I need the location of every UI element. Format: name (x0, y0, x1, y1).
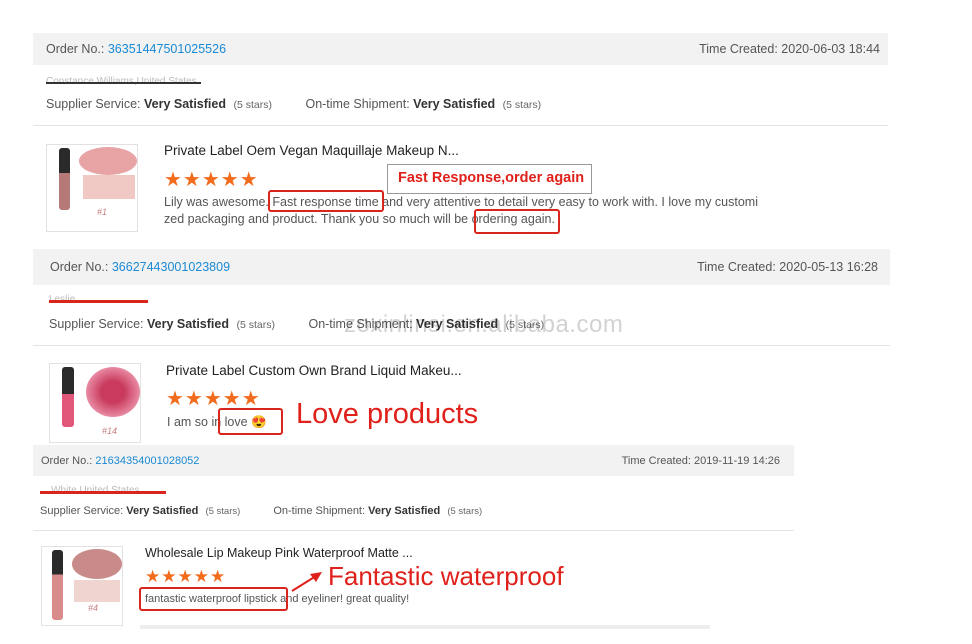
product-thumbnail[interactable]: #14 (49, 363, 141, 443)
order-number-label: Order No.: 36351447501025526 (46, 42, 227, 56)
highlight-box (139, 587, 288, 611)
service-ratings: Supplier Service: Very Satisfied (5 star… (46, 97, 542, 111)
product-thumbnail[interactable]: #1 (46, 144, 138, 232)
divider (33, 530, 794, 531)
divider (140, 625, 710, 629)
arrow-icon (291, 572, 322, 592)
lips-image (72, 549, 122, 579)
order-header: Order No.: 21634354001028052 Time Create… (33, 445, 794, 476)
highlight-box (268, 190, 384, 212)
product-title[interactable]: Wholesale Lip Makeup Pink Waterproof Mat… (145, 546, 413, 560)
time-created: Time Created: 2019-11-19 14:26 (621, 454, 780, 467)
time-created: Time Created: 2020-06-03 18:44 (699, 42, 880, 56)
buyer-name: Constance Williams,United States (46, 76, 201, 87)
order-number-link[interactable]: 36351447501025526 (108, 42, 226, 56)
divider (33, 125, 888, 126)
lips-image (86, 367, 140, 417)
rating-stars: ★★★★★ (164, 169, 259, 191)
watermark: zoxinlinsi.en.alibaba.com (344, 311, 624, 338)
lips-image (79, 147, 137, 175)
callout-text: Fantastic waterproof (328, 561, 564, 591)
order-number-label: Order No.: 21634354001028052 (41, 454, 200, 467)
buyer-name: ... White,United States (40, 485, 166, 496)
order-number-label: Order No.: 36627443001023809 (50, 260, 231, 274)
order-number-link[interactable]: 21634354001028052 (95, 455, 199, 467)
buyer-name: Leslie ... (49, 294, 148, 305)
lipstick-tube (59, 148, 70, 210)
service-ratings: Supplier Service: Very Satisfied (5 star… (40, 505, 483, 517)
callout-text: Love products (296, 398, 479, 430)
product-title[interactable]: Private Label Custom Own Brand Liquid Ma… (166, 363, 462, 378)
rating-stars: ★★★★★ (145, 567, 227, 586)
lipstick-tube (52, 550, 63, 620)
highlight-box (218, 408, 283, 435)
lipstick-tube (62, 367, 74, 427)
order-number-link[interactable]: 36627443001023809 (112, 260, 230, 274)
highlight-box (474, 209, 560, 234)
divider (33, 345, 890, 346)
callout-text: Fast Response,order again (398, 170, 585, 186)
order-header: Order No.: 36627443001023809 Time Create… (33, 249, 890, 285)
time-created: Time Created: 2020-05-13 16:28 (697, 260, 878, 274)
product-title[interactable]: Private Label Oem Vegan Maquillaje Makeu… (164, 143, 459, 158)
order-header: Order No.: 36351447501025526 Time Create… (33, 33, 888, 65)
product-thumbnail[interactable]: #4 (41, 546, 123, 626)
